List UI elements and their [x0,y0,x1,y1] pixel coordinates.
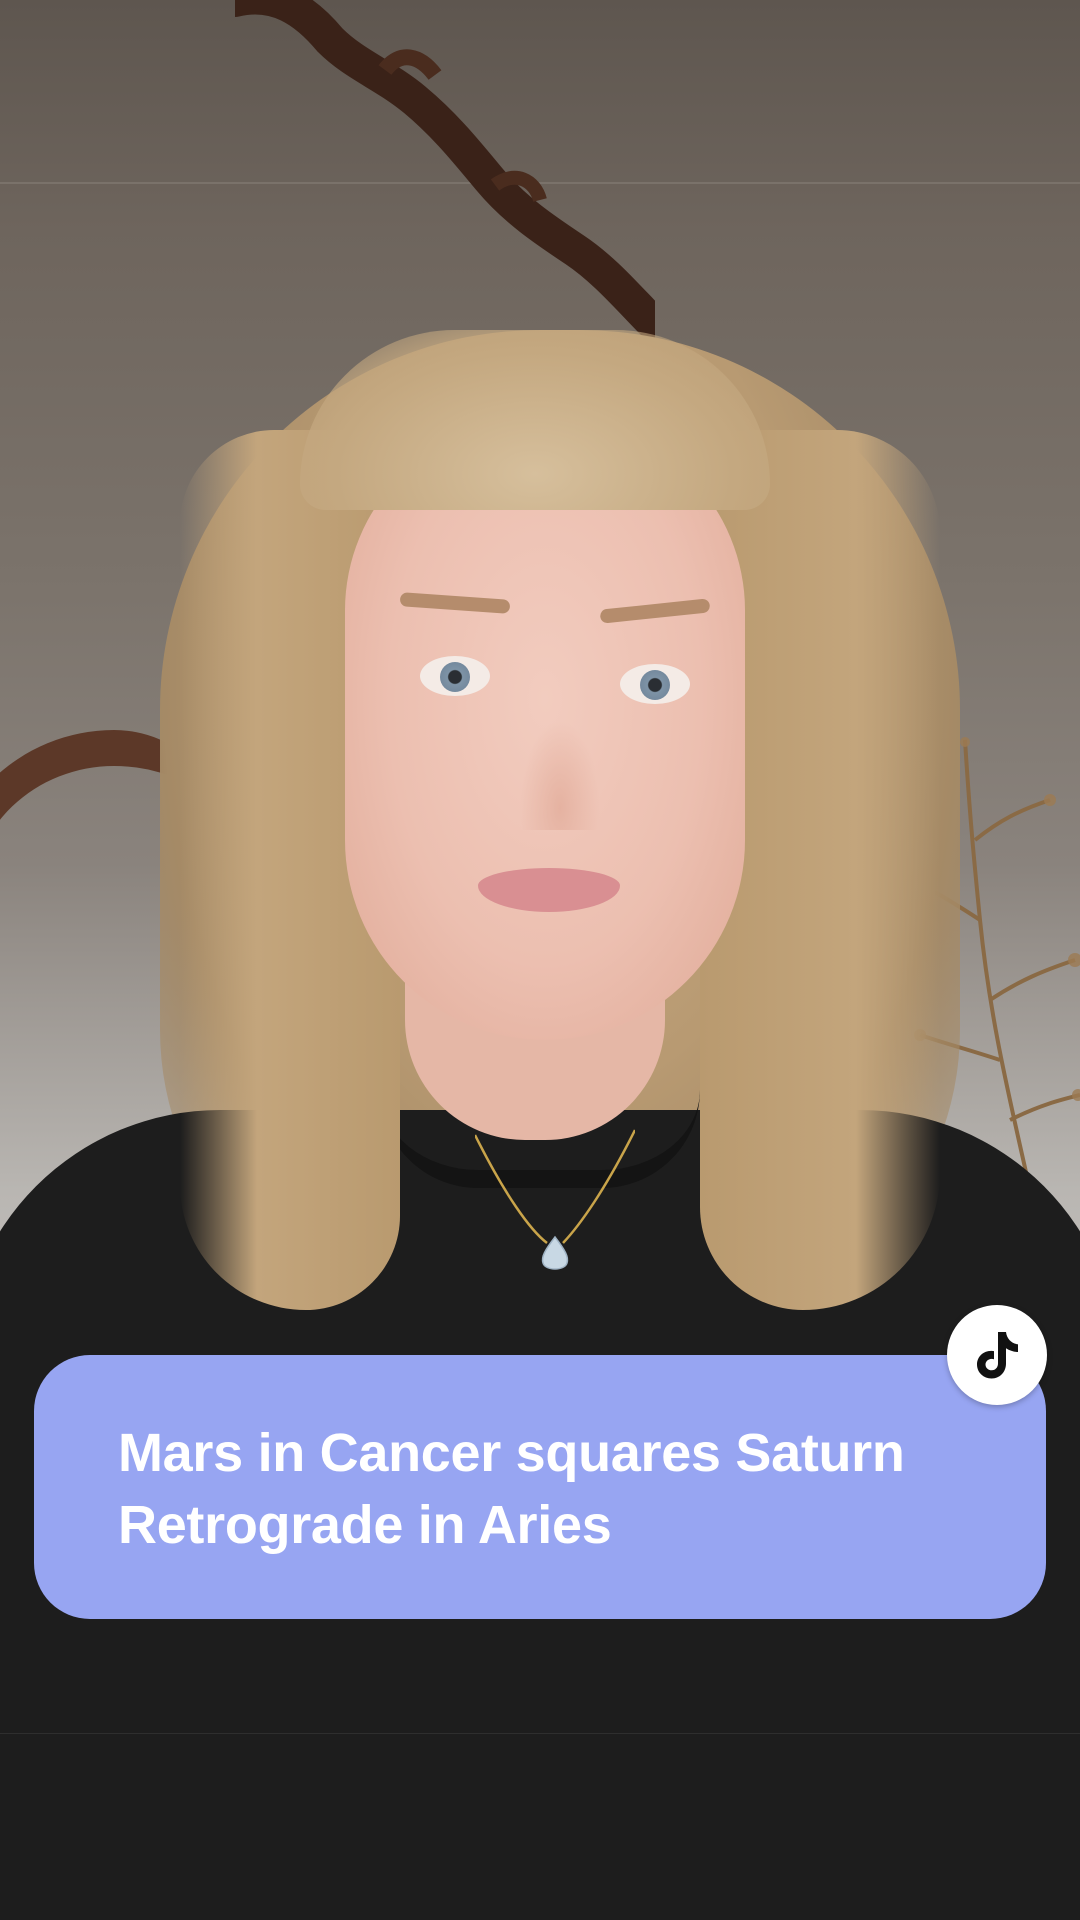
right-iris [640,670,670,700]
tiktok-badge[interactable] [947,1305,1047,1405]
ornate-frame-decoration [235,0,655,340]
frame-guide-line [0,1733,1080,1734]
caption-text: Mars in Cancer squares Saturn Retrograde… [118,1423,905,1555]
necklace [475,1129,635,1270]
left-eye [420,656,490,696]
video-frame[interactable]: Mars in Cancer squares Saturn Retrograde… [0,0,1080,1920]
left-iris [440,662,470,692]
hair-top [300,330,770,510]
nose [520,720,600,830]
tiktok-logo-icon [977,1332,1018,1379]
right-eye [620,664,690,704]
